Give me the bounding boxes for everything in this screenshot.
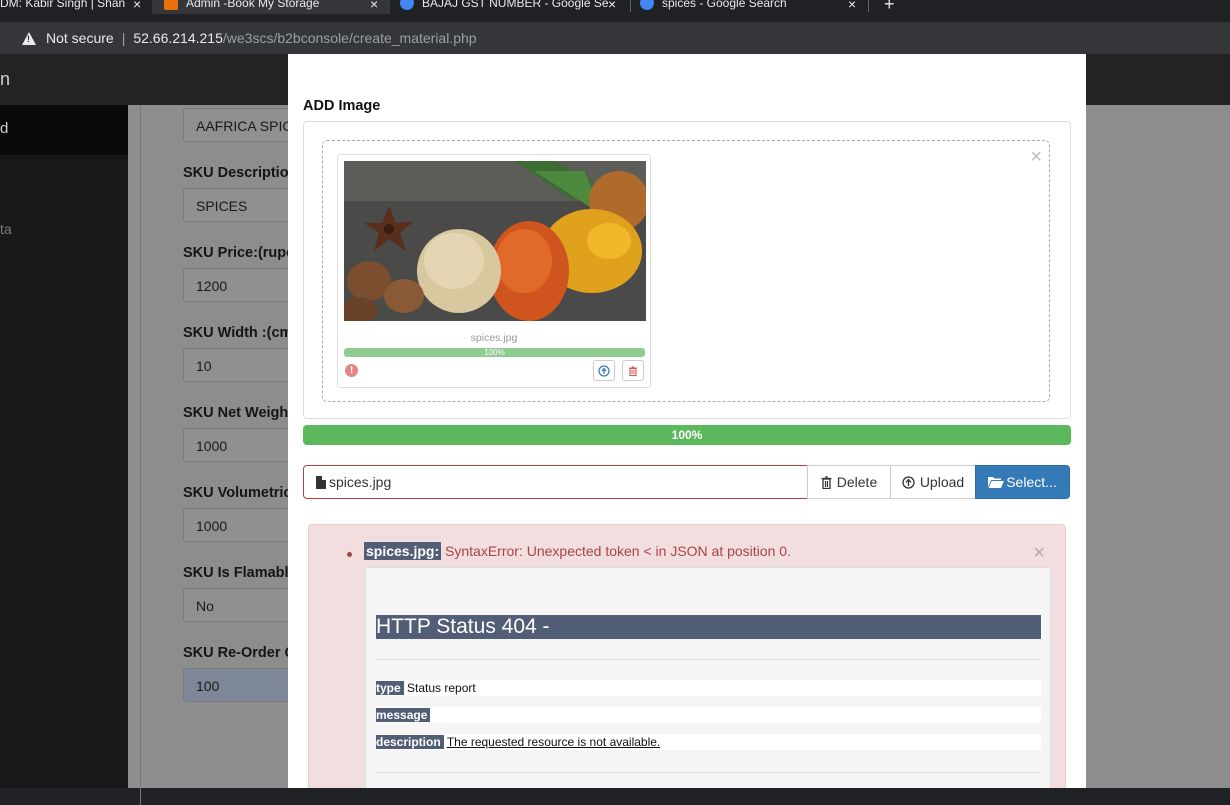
upload-circle-icon <box>902 475 915 489</box>
delete-label: Delete <box>836 474 878 490</box>
preview-progress-label: 100% <box>484 348 505 357</box>
add-image-modal: ADD Image × spices.jpg 100% ! 100% spice… <box>288 54 1086 788</box>
preview-progress-bar: 100% <box>344 348 645 357</box>
modal-title: ADD Image <box>303 98 381 114</box>
tab-title: BAJAJ GST NUMBER - Google Se <box>422 0 609 10</box>
brand-text: n <box>0 69 11 89</box>
favicon-icon <box>164 0 178 10</box>
file-caption[interactable]: spices.jpg <box>303 465 808 499</box>
tab-separator <box>868 0 869 12</box>
warning-icon[interactable] <box>22 31 36 45</box>
sku-description-label: SKU Description: <box>183 165 303 181</box>
close-icon[interactable]: × <box>1030 147 1042 167</box>
overall-progress-label: 100% <box>671 428 703 442</box>
sidebar-item-active[interactable]: d <box>0 105 128 155</box>
sku-flamable-label: SKU Is Flamable <box>183 565 297 581</box>
overall-progress-bar: 100% <box>303 425 1071 445</box>
close-icon[interactable]: × <box>848 0 856 12</box>
file-input-group: spices.jpg Delete Upload Select... <box>303 465 1070 499</box>
error-icon: ! <box>345 364 358 377</box>
google-favicon-icon <box>400 0 414 10</box>
error-file-name: spices.jpg: <box>364 542 442 560</box>
message-row: message <box>376 707 1041 723</box>
http-status-heading: HTTP Status 404 - <box>376 615 1041 639</box>
message-label: message <box>376 708 431 722</box>
sidebar-item[interactable]: ta <box>0 221 12 237</box>
sku-net-weight-label: SKU Net Weight: <box>183 405 298 421</box>
type-label: type <box>376 681 404 695</box>
drop-zone[interactable]: × spices.jpg 100% ! <box>322 140 1050 402</box>
description-value: The requested resource is not available. <box>446 735 661 749</box>
upload-file-button[interactable] <box>593 360 615 381</box>
error-message: spices.jpg: SyntaxError: Unexpected toke… <box>364 542 791 560</box>
upload-error-alert: × spices.jpg: SyntaxError: Unexpected to… <box>308 524 1066 788</box>
new-tab-button[interactable]: + <box>884 0 895 15</box>
close-icon[interactable]: × <box>370 0 378 12</box>
tab-title: Admin -Book My Storage <box>186 0 320 10</box>
close-icon[interactable]: × <box>608 0 616 12</box>
sku-price-label: SKU Price:(rupee <box>183 245 303 261</box>
divider <box>376 772 1041 773</box>
file-preview-frame: × spices.jpg 100% ! <box>303 121 1071 419</box>
browser-tab-4[interactable]: spices - Google Search × <box>640 0 868 14</box>
tab-title: spices - Google Search <box>662 0 787 10</box>
address-divider: | <box>121 30 126 46</box>
upload-button[interactable]: Upload <box>890 465 976 499</box>
list-bullet <box>347 552 352 557</box>
error-response-frame: HTTP Status 404 - type Status report mes… <box>365 567 1051 788</box>
browser-tab-1[interactable]: DM: Kabir Singh | Shan × <box>0 0 150 14</box>
google-favicon-icon <box>640 0 654 10</box>
browser-tab-3[interactable]: BAJAJ GST NUMBER - Google Se × <box>400 0 630 14</box>
tab-title: DM: Kabir Singh | Shan <box>0 0 126 10</box>
upload-label: Upload <box>919 474 965 490</box>
upload-circle-icon <box>598 364 610 377</box>
sidebar: d ta <box>0 105 128 788</box>
select-label: Select... <box>1006 474 1057 490</box>
file-icon <box>316 475 326 489</box>
browser-tab-bar: DM: Kabir Singh | Shan × Admin -Book My … <box>0 0 1230 22</box>
divider <box>376 659 1041 660</box>
select-file-button[interactable]: Select... <box>975 465 1070 499</box>
sku-reorder-label: SKU Re-Order Qu <box>183 645 305 661</box>
browser-tab-2[interactable]: Admin -Book My Storage × <box>152 0 390 14</box>
type-row: type Status report <box>376 680 1041 696</box>
address-bar[interactable]: Not secure | 52.66.214.215/we3scs/b2bcon… <box>0 22 1230 54</box>
tab-separator <box>630 0 631 12</box>
file-preview-thumbnail: spices.jpg 100% ! <box>337 154 651 388</box>
sku-width-label: SKU Width :(cm) <box>183 325 298 341</box>
type-value: Status report <box>403 681 476 695</box>
folder-open-icon <box>988 477 1005 488</box>
delete-button[interactable]: Delete <box>807 465 891 499</box>
url-path[interactable]: /we3scs/b2bconsole/create_material.php <box>223 30 477 46</box>
security-label[interactable]: Not secure <box>46 30 114 46</box>
close-icon[interactable]: × <box>1033 543 1045 563</box>
spices-image <box>344 161 646 321</box>
error-text: SyntaxError: Unexpected token < in JSON … <box>441 543 791 559</box>
description-row: description The requested resource is no… <box>376 734 1041 750</box>
trash-icon <box>629 366 637 376</box>
description-label: description <box>376 735 444 749</box>
spices-photo <box>344 161 646 321</box>
preview-file-name: spices.jpg <box>470 332 518 344</box>
url-host[interactable]: 52.66.214.215 <box>133 30 223 46</box>
trash-icon <box>821 475 832 489</box>
remove-file-button[interactable] <box>622 360 644 381</box>
file-caption-name: spices.jpg <box>329 474 392 490</box>
close-icon[interactable]: × <box>133 0 141 12</box>
